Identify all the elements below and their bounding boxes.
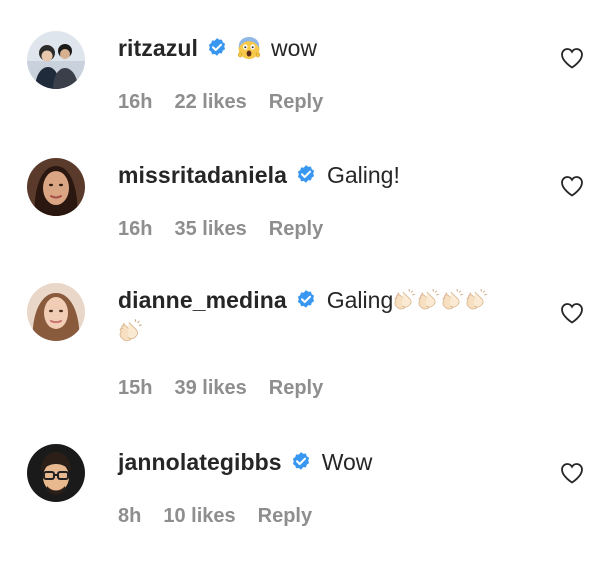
heart-outline-icon[interactable]: [560, 47, 584, 69]
likes-count[interactable]: 39 likes: [174, 377, 246, 400]
username[interactable]: jannolategibbs: [118, 449, 282, 476]
avatar[interactable]: [27, 31, 85, 89]
comment-meta: 16h 35 likes Reply: [118, 217, 323, 241]
comment-meta: 8h 10 likes Reply: [118, 504, 312, 528]
reply-button[interactable]: Reply: [269, 91, 323, 114]
username[interactable]: ritzazul: [118, 35, 198, 62]
clapping-hands-emoji: [393, 288, 417, 312]
verified-badge-icon: [295, 164, 317, 186]
reply-button[interactable]: Reply: [258, 505, 312, 528]
likes-count[interactable]: 22 likes: [174, 91, 246, 114]
reply-button[interactable]: Reply: [269, 377, 323, 400]
comment-time[interactable]: 16h: [118, 218, 152, 241]
comment-meta: 16h 22 likes Reply: [118, 90, 323, 114]
reply-button[interactable]: Reply: [269, 218, 323, 241]
comment-meta: 15h 39 likes Reply: [118, 376, 323, 400]
clapping-hands-emoji: [441, 288, 465, 312]
comment-line: jannolategibbs Wow: [118, 446, 372, 478]
comment-line: ritzazul wow: [118, 32, 317, 64]
verified-badge-icon: [206, 37, 228, 59]
verified-badge-icon: [295, 289, 317, 311]
avatar-photo-ritzazul: [27, 31, 85, 89]
avatar-photo-jannolategibbs: [27, 444, 85, 502]
comment-text: Galing!: [326, 161, 400, 188]
comment-time[interactable]: 16h: [118, 91, 152, 114]
face-screaming-in-fear-emoji: [237, 36, 261, 60]
clapping-hands-emoji: [118, 318, 144, 344]
verified-badge-icon: [290, 451, 312, 473]
avatar[interactable]: [27, 158, 85, 216]
avatar[interactable]: [27, 283, 85, 341]
comment-text: wow: [271, 34, 318, 61]
comment-line: dianne_medina Galing: [118, 284, 489, 316]
avatar-photo-missritadaniela: [27, 158, 85, 216]
clapping-hands-emoji: [465, 288, 489, 312]
likes-count[interactable]: 10 likes: [163, 505, 235, 528]
heart-outline-icon[interactable]: [560, 302, 584, 324]
username[interactable]: dianne_medina: [118, 287, 287, 314]
heart-outline-icon[interactable]: [560, 175, 584, 197]
avatar-photo-dianne-medina: [27, 283, 85, 341]
comment-text: Wow: [321, 448, 373, 475]
comment-time[interactable]: 8h: [118, 505, 141, 528]
comment-time[interactable]: 15h: [118, 377, 152, 400]
username[interactable]: missritadaniela: [118, 162, 287, 189]
comment-text: Galing: [326, 286, 394, 313]
likes-count[interactable]: 35 likes: [174, 218, 246, 241]
comment-line: missritadaniela Galing!: [118, 159, 400, 191]
heart-outline-icon[interactable]: [560, 462, 584, 484]
avatar[interactable]: [27, 444, 85, 502]
clapping-hands-emoji: [417, 288, 441, 312]
clapping-hands-emoji-row: [393, 288, 489, 312]
